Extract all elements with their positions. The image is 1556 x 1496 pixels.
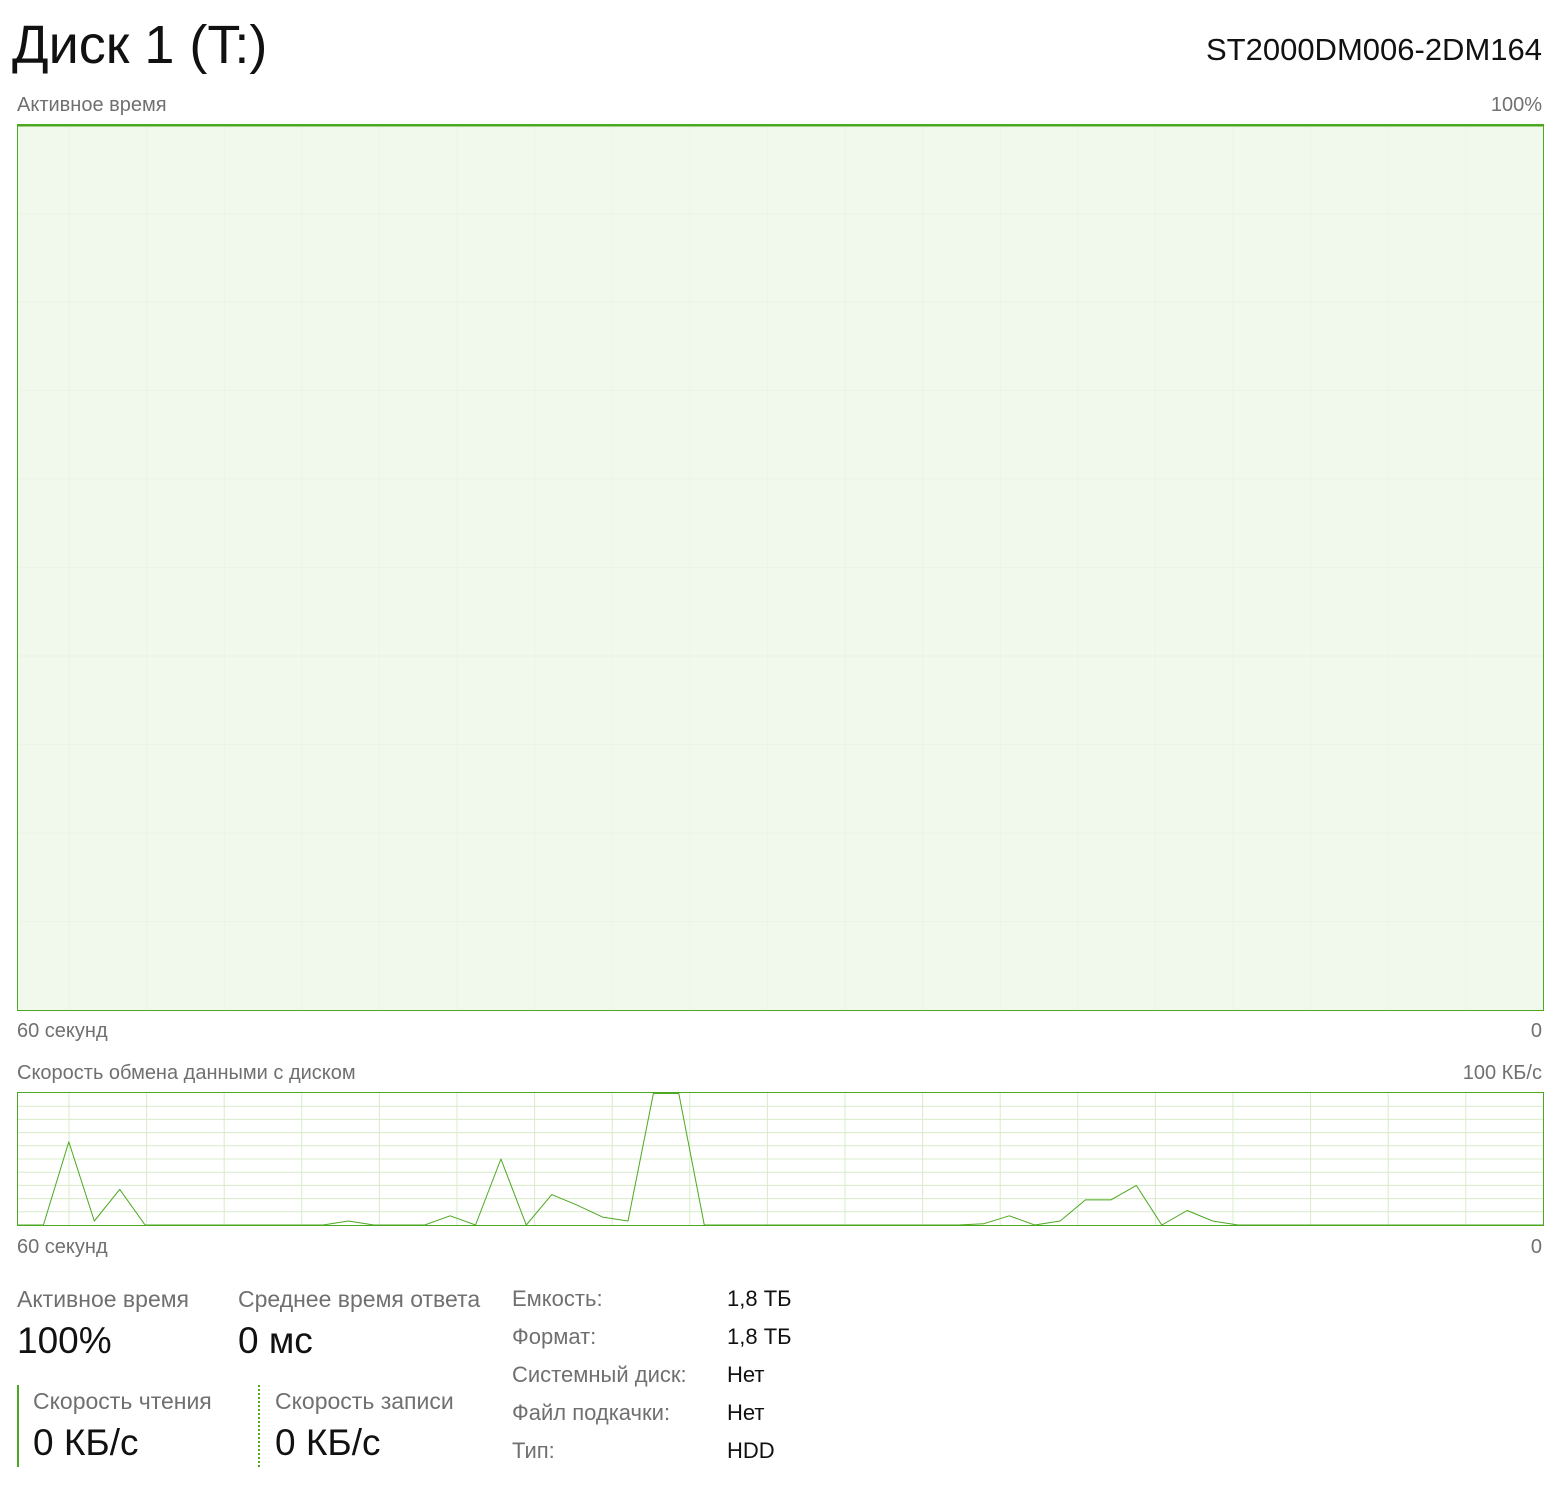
format-label: Формат: — [512, 1324, 597, 1349]
transfer-chart-label: Скорость обмена данными с диском — [17, 1062, 356, 1084]
write-speed-indicator — [258, 1385, 260, 1467]
type-label: Тип: — [512, 1438, 555, 1463]
transfer-chart-max-label: 100 КБ/с — [1462, 1062, 1542, 1084]
page-title: Диск 1 (T:) — [12, 15, 268, 75]
disk-model: ST2000DM006-2DM164 — [1205, 32, 1542, 67]
write-speed-label: Скорость записи — [275, 1388, 454, 1414]
avg-response-label: Среднее время ответа — [238, 1286, 481, 1312]
avg-response-value: 0 мс — [238, 1320, 313, 1361]
active-time-label: Активное время — [17, 1286, 190, 1312]
page-file-label: Файл подкачки: — [512, 1400, 671, 1425]
active-chart-max-label: 100% — [1490, 94, 1542, 116]
active-chart-time-left: 60 секунд — [17, 1020, 108, 1042]
active-chart-label: Активное время — [17, 94, 167, 116]
active-time-plot — [18, 125, 1543, 1010]
system-disk-value: Нет — [727, 1362, 765, 1387]
transfer-chart-time-right: 0 — [1530, 1236, 1542, 1258]
transfer-chart-time-left: 60 секунд — [17, 1236, 108, 1258]
type-value: HDD — [727, 1438, 775, 1463]
active-time-value: 100% — [17, 1320, 112, 1361]
system-disk-label: Системный диск: — [512, 1362, 687, 1387]
read-speed-indicator — [17, 1385, 19, 1467]
transfer-rate-grid — [18, 1093, 1543, 1225]
transfer-rate-chart[interactable] — [17, 1092, 1544, 1226]
transfer-rate-plot — [18, 1093, 1543, 1225]
active-time-chart[interactable] — [17, 124, 1544, 1011]
format-value: 1,8 ТБ — [727, 1324, 792, 1349]
capacity-value: 1,8 ТБ — [727, 1286, 792, 1311]
read-speed-value: 0 КБ/с — [33, 1422, 139, 1463]
read-speed-label: Скорость чтения — [33, 1388, 212, 1414]
page-file-value: Нет — [727, 1400, 765, 1425]
write-speed-value: 0 КБ/с — [275, 1422, 381, 1463]
active-time-area — [18, 125, 1543, 1010]
capacity-label: Емкость: — [512, 1286, 603, 1311]
active-chart-time-right: 0 — [1530, 1020, 1542, 1042]
